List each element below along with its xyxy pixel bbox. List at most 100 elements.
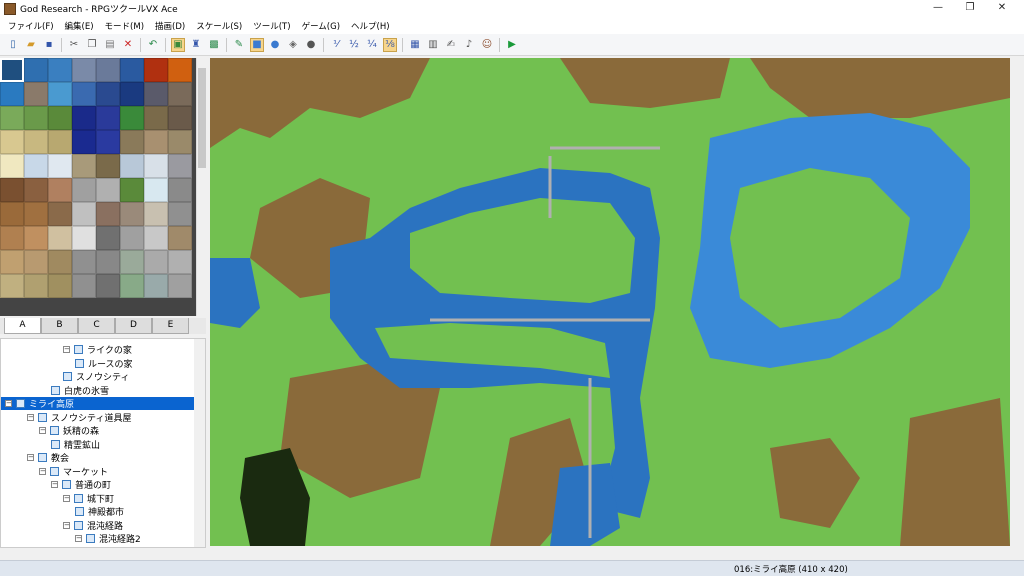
fill-icon[interactable]: ◈ [286, 38, 300, 52]
tree-item[interactable]: 白虎の氷雪 [1, 384, 109, 397]
ellipse-icon[interactable]: ● [268, 38, 282, 52]
tab-tileset-a[interactable]: A [4, 318, 41, 334]
palette-tile[interactable] [96, 58, 120, 82]
palette-tile[interactable] [72, 178, 96, 202]
palette-tile[interactable] [72, 154, 96, 178]
palette-tile[interactable] [120, 226, 144, 250]
palette-tile[interactable] [120, 106, 144, 130]
tree-item[interactable]: − 妖精の森 [1, 424, 99, 437]
palette-tile[interactable] [120, 250, 144, 274]
delete-icon[interactable]: ✕ [121, 38, 135, 52]
palette-tile[interactable] [0, 202, 24, 226]
palette-tile[interactable] [0, 106, 24, 130]
palette-tile[interactable] [168, 58, 192, 82]
tree-scrollbar[interactable] [194, 339, 205, 547]
palette-tile[interactable] [144, 82, 168, 106]
palette-tile[interactable] [0, 130, 24, 154]
palette-tile[interactable] [24, 274, 48, 298]
palette-tile[interactable] [72, 226, 96, 250]
map-mode-icon[interactable]: ▣ [171, 37, 185, 52]
copy-icon[interactable]: ❐ [85, 38, 99, 52]
palette-tile[interactable] [96, 178, 120, 202]
collapse-icon[interactable]: − [63, 346, 70, 353]
collapse-icon[interactable]: − [63, 521, 70, 529]
collapse-icon[interactable]: − [27, 454, 34, 461]
palette-tile[interactable] [96, 250, 120, 274]
palette-tile[interactable] [48, 106, 72, 130]
collapse-icon[interactable]: − [39, 467, 46, 475]
palette-scroll-thumb[interactable] [198, 68, 206, 168]
palette-tile[interactable] [48, 250, 72, 274]
palette-tile[interactable] [24, 178, 48, 202]
palette-tile[interactable] [144, 130, 168, 154]
region-mode-icon[interactable]: ▩ [207, 38, 221, 52]
tree-item[interactable]: − 城下町 [1, 492, 114, 505]
palette-tile[interactable] [24, 154, 48, 178]
palette-tile[interactable] [96, 130, 120, 154]
scale-1-4-icon[interactable]: ¼ [365, 38, 379, 52]
palette-tile[interactable] [144, 226, 168, 250]
paste-icon[interactable]: ▤ [103, 38, 117, 52]
tree-item[interactable]: 神殿都市 [1, 505, 124, 518]
palette-tile[interactable] [24, 130, 48, 154]
tree-item[interactable]: − 混沌経路 [1, 519, 123, 532]
map-vertical-scrollbar[interactable] [1010, 58, 1024, 546]
collapse-icon[interactable]: − [39, 427, 46, 434]
palette-tile[interactable] [72, 202, 96, 226]
palette-tile[interactable] [168, 130, 192, 154]
palette-tile[interactable] [144, 154, 168, 178]
menu-edit[interactable]: 編集(E) [61, 20, 98, 32]
palette-tile[interactable] [168, 106, 192, 130]
palette-tile[interactable] [120, 178, 144, 202]
palette-tile[interactable] [168, 82, 192, 106]
maximize-button[interactable]: ❐ [956, 0, 984, 17]
palette-tile[interactable] [48, 58, 72, 82]
tab-tileset-b[interactable]: B [41, 318, 78, 334]
palette-tile[interactable] [0, 82, 24, 106]
sound-test-icon[interactable]: ♪ [462, 38, 476, 52]
menu-help[interactable]: ヘルプ(H) [347, 20, 394, 32]
palette-tile[interactable] [96, 202, 120, 226]
palette-tile[interactable] [72, 106, 96, 130]
palette-tile[interactable] [144, 58, 168, 82]
shadow-pen-icon[interactable]: ● [304, 38, 318, 52]
palette-tile[interactable] [0, 274, 24, 298]
minimize-button[interactable]: — [924, 0, 952, 17]
close-button[interactable]: ✕ [988, 0, 1016, 17]
palette-tile[interactable] [96, 226, 120, 250]
tree-item[interactable]: ルースの家 [1, 357, 133, 370]
palette-tile[interactable] [96, 82, 120, 106]
menu-mode[interactable]: モード(M) [101, 20, 148, 32]
tree-item[interactable]: 精霊鉱山 [1, 438, 100, 451]
collapse-icon[interactable]: − [27, 413, 34, 421]
palette-tile[interactable] [72, 58, 96, 82]
palette-tile[interactable] [0, 154, 24, 178]
undo-icon[interactable]: ↶ [146, 38, 160, 52]
palette-tile[interactable] [48, 202, 72, 226]
scale-1-8-icon[interactable]: ⅛ [383, 37, 397, 52]
tree-item[interactable]: − ミライ高原 [1, 397, 194, 410]
collapse-icon[interactable]: − [63, 494, 70, 502]
event-mode-icon[interactable]: ♜ [189, 38, 203, 52]
tree-item[interactable]: − 普通の町 [1, 478, 111, 491]
save-project-icon[interactable]: ▪ [42, 38, 56, 52]
tree-item[interactable]: − ライクの家 [1, 343, 132, 356]
palette-tile[interactable] [168, 202, 192, 226]
palette-tile[interactable] [0, 250, 24, 274]
palette-tile[interactable] [72, 250, 96, 274]
palette-tile[interactable] [72, 274, 96, 298]
playtest-icon[interactable]: ▶ [505, 38, 519, 52]
palette-tile[interactable] [24, 226, 48, 250]
open-project-icon[interactable]: ▰ [24, 38, 38, 52]
palette-tile[interactable] [96, 106, 120, 130]
palette-tile[interactable] [144, 178, 168, 202]
palette-tile[interactable] [48, 82, 72, 106]
character-generator-icon[interactable]: ☺ [480, 38, 494, 52]
collapse-icon[interactable]: − [5, 400, 12, 407]
palette-tile[interactable] [168, 250, 192, 274]
tile-palette[interactable] [0, 58, 196, 316]
palette-tile[interactable] [0, 226, 24, 250]
palette-tile[interactable] [168, 274, 192, 298]
palette-tile[interactable] [120, 202, 144, 226]
palette-tile[interactable] [168, 226, 192, 250]
